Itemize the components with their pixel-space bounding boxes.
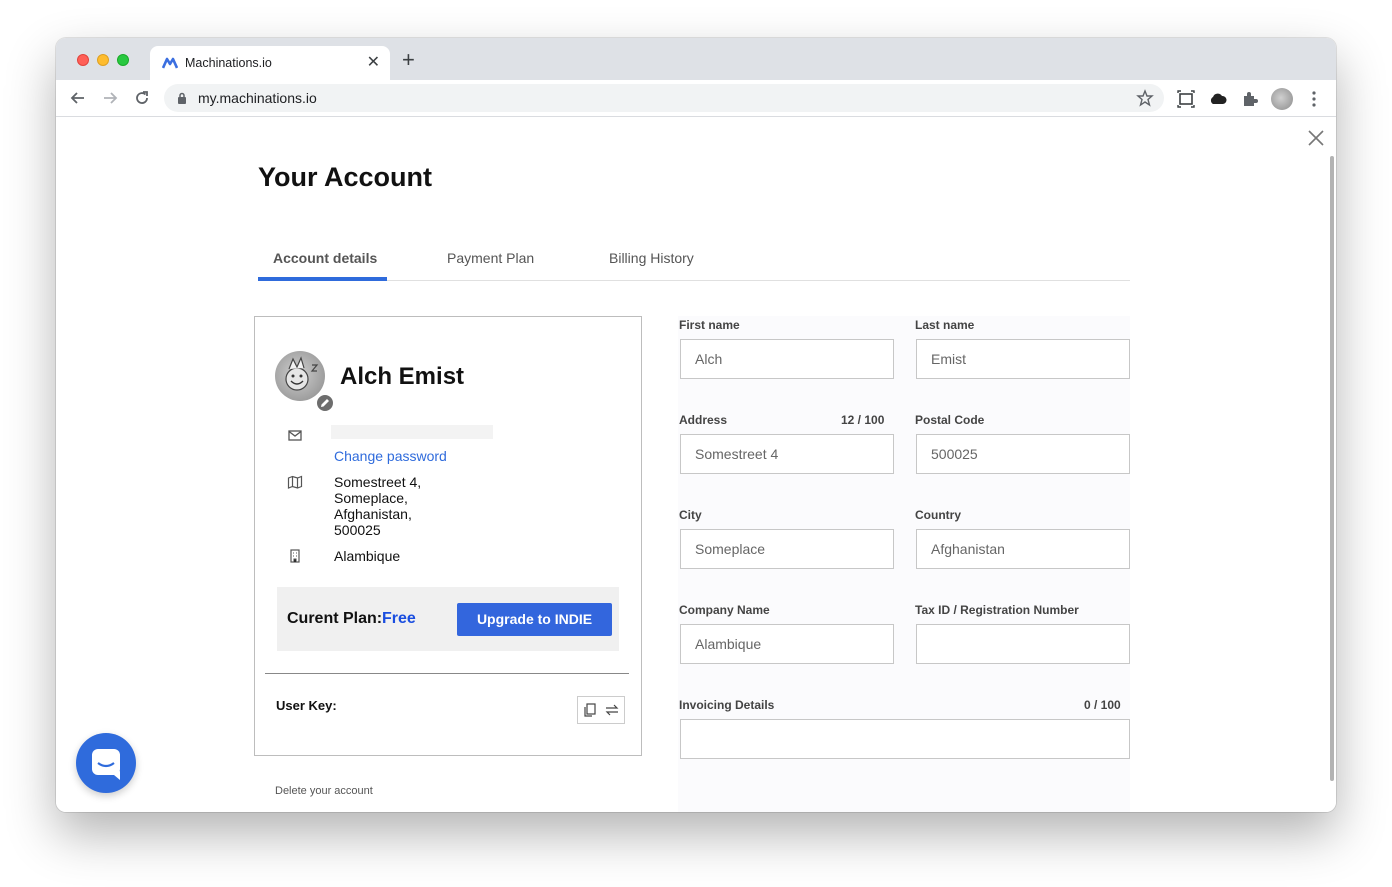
tab-billing-history[interactable]: Billing History (609, 250, 694, 266)
country-label: Country (915, 508, 961, 522)
screenshot-icon[interactable] (1176, 89, 1196, 109)
extensions-icon[interactable] (1240, 89, 1260, 109)
profile-name: Alch Emist (340, 363, 465, 390)
tab-strip: Machinations.io ✕ + (56, 38, 1336, 80)
building-icon (290, 549, 300, 563)
company-name-field[interactable] (680, 624, 894, 664)
new-tab-button[interactable]: + (402, 49, 415, 71)
cloud-icon[interactable] (1208, 89, 1228, 109)
tab-title: Machinations.io (185, 56, 272, 70)
tax-id-field[interactable] (916, 624, 1130, 664)
last-name-field[interactable] (916, 339, 1130, 379)
address-field[interactable] (680, 434, 894, 474)
machinations-logo-icon (162, 57, 178, 69)
invoicing-counter: 0 / 100 (1084, 698, 1121, 712)
copy-icon[interactable] (582, 702, 598, 718)
edit-avatar-button[interactable] (315, 393, 335, 413)
user-key-label: User Key: (276, 698, 337, 713)
invoicing-details-label: Invoicing Details (679, 698, 775, 712)
forward-icon[interactable] (100, 88, 120, 108)
address-counter: 12 / 100 (841, 413, 885, 427)
card-divider (265, 673, 629, 674)
browser-window: Machinations.io ✕ + my.machinations.io Y… (56, 38, 1336, 812)
first-name-field[interactable] (680, 339, 894, 379)
bookmark-star-icon[interactable] (1136, 89, 1154, 107)
plan-label: Curent Plan: (287, 610, 383, 627)
change-password-link[interactable]: Change password (334, 448, 447, 464)
active-tab-indicator (258, 277, 387, 281)
city-label: City (679, 508, 702, 522)
profile-address: Somestreet 4, Someplace, Afghanistan, 50… (334, 474, 422, 538)
user-key-actions (577, 696, 625, 724)
mail-icon (288, 430, 302, 441)
current-plan-box: Curent Plan: Free Upgrade to INDIE (277, 587, 619, 651)
invoicing-details-field[interactable] (680, 719, 1130, 759)
account-tabs: Account details Payment Plan Billing His… (258, 248, 1130, 281)
close-icon[interactable] (1306, 128, 1326, 148)
tax-id-label: Tax ID / Registration Number (915, 603, 1079, 617)
address-label: Address (679, 413, 728, 427)
tab-account-details[interactable]: Account details (273, 250, 377, 266)
browser-tab[interactable]: Machinations.io ✕ (150, 46, 390, 80)
delete-account-link[interactable]: Delete your account (275, 785, 373, 797)
tab-payment-plan[interactable]: Payment Plan (447, 250, 534, 266)
chat-icon (92, 749, 120, 780)
pencil-icon (321, 399, 329, 407)
account-page: Your Account Account details Payment Pla… (56, 118, 1336, 812)
first-name-label: First name (679, 318, 740, 332)
address-bar[interactable]: my.machinations.io (164, 84, 1164, 112)
postal-code-field[interactable] (916, 434, 1130, 474)
profile-avatar-icon[interactable] (1271, 88, 1293, 110)
company-name-label: Company Name (679, 603, 770, 617)
plan-value: Free (382, 610, 416, 627)
window-maximize-button[interactable] (117, 54, 129, 66)
profile-card: Alch Emist Change password Somestreet 4,… (254, 316, 642, 756)
page-scrollbar[interactable] (1330, 156, 1334, 781)
page-title: Your Account (258, 162, 432, 192)
avatar[interactable] (275, 351, 325, 401)
country-select[interactable] (916, 529, 1130, 569)
postal-code-label: Postal Code (915, 413, 985, 427)
window-minimize-button[interactable] (97, 54, 109, 66)
browser-toolbar: my.machinations.io (56, 80, 1336, 117)
window-close-button[interactable] (77, 54, 89, 66)
map-icon (287, 475, 303, 489)
avatar-sketch-icon (285, 356, 319, 391)
lock-icon (178, 92, 186, 104)
email-value (331, 425, 493, 439)
upgrade-button[interactable]: Upgrade to INDIE (457, 603, 612, 636)
menu-icon[interactable] (1304, 89, 1324, 109)
last-name-label: Last name (915, 318, 975, 332)
url-text: my.machinations.io (198, 90, 317, 106)
tab-close-icon[interactable]: ✕ (367, 53, 380, 73)
chat-button[interactable] (76, 733, 136, 793)
city-field[interactable] (680, 529, 894, 569)
profile-company: Alambique (334, 548, 401, 564)
back-icon[interactable] (68, 88, 88, 108)
regenerate-icon[interactable] (604, 702, 620, 718)
reload-icon[interactable] (132, 88, 152, 108)
